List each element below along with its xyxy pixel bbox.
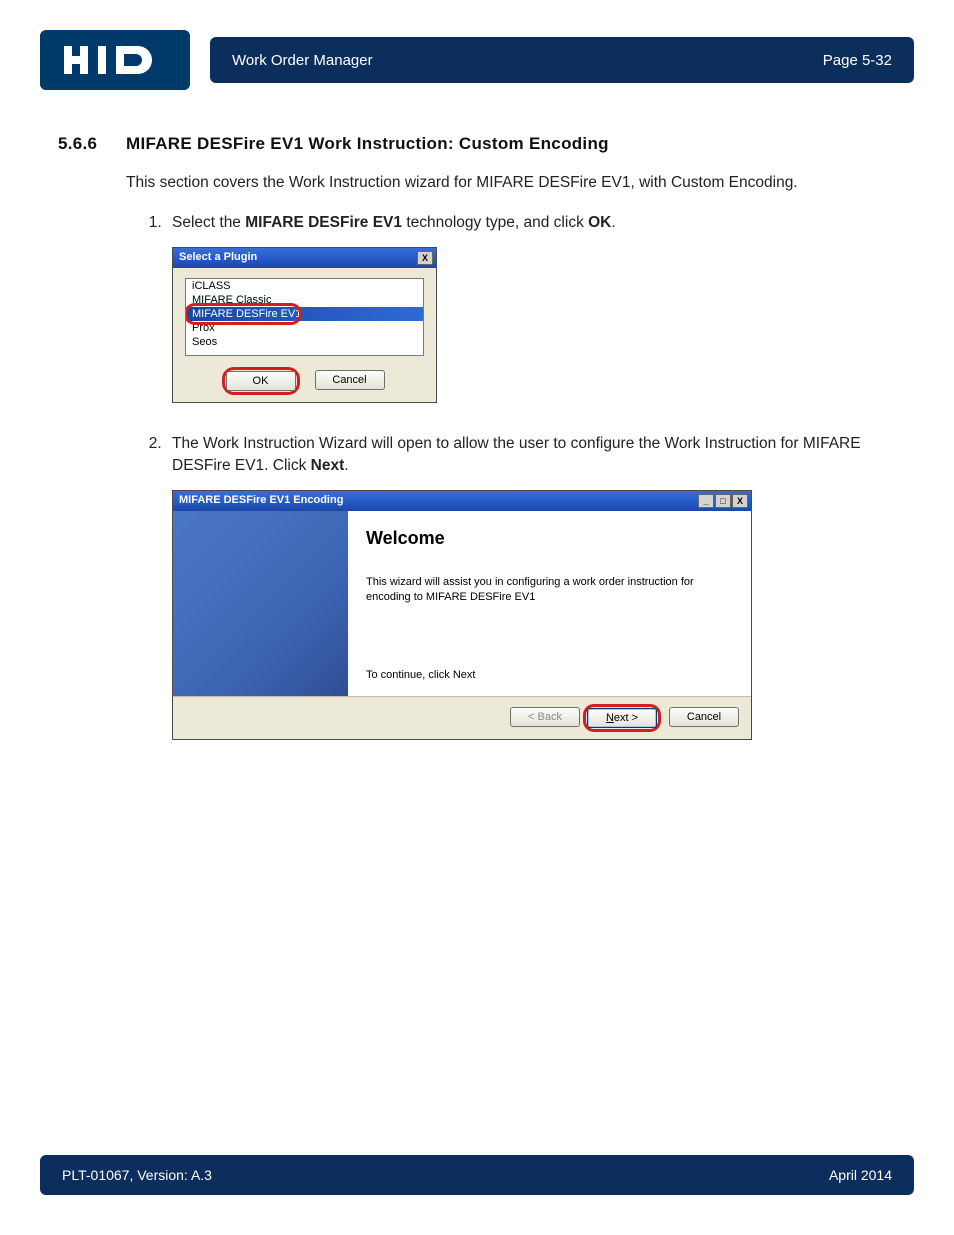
wizard-continue-text: To continue, click Next — [366, 668, 733, 684]
list-item[interactable]: MIFARE Classic — [186, 293, 423, 307]
wizard-title: MIFARE DESFire EV1 Encoding — [179, 493, 343, 509]
plugin-listbox[interactable]: iCLASS MIFARE Classic MIFARE DESFire EV1… — [185, 278, 424, 356]
section-title: MIFARE DESFire EV1 Work Instruction: Cus… — [126, 134, 609, 154]
cancel-button[interactable]: Cancel — [315, 370, 385, 390]
close-button[interactable]: X — [732, 494, 748, 508]
footer-date: April 2014 — [829, 1167, 892, 1183]
dialog-titlebar: Select a Plugin X — [173, 248, 436, 268]
ok-button[interactable]: OK — [226, 371, 296, 391]
next-button-rest: ext > — [614, 712, 638, 724]
header-title: Work Order Manager — [232, 52, 373, 69]
section-intro: This section covers the Work Instruction… — [126, 172, 914, 194]
wizard-dialog: MIFARE DESFire EV1 Encoding _ □ X Welcom… — [172, 490, 752, 740]
wizard-description: This wizard will assist you in configuri… — [366, 575, 733, 605]
list-item-selected[interactable]: MIFARE DESFire EV1 — [186, 307, 423, 321]
annotation-circle: OK — [222, 367, 300, 395]
wizard-titlebar: MIFARE DESFire EV1 Encoding _ □ X — [173, 491, 751, 511]
list-item[interactable]: Prox — [186, 321, 423, 335]
dialog-title: Select a Plugin — [179, 250, 257, 266]
page-number: Page 5-32 — [823, 52, 892, 69]
list-item[interactable]: Seos — [186, 335, 423, 349]
back-button: < Back — [510, 707, 580, 727]
section-number: 5.6.6 — [58, 134, 106, 154]
header-bar: Work Order Manager Page 5-32 — [210, 37, 914, 83]
annotation-circle: Next > — [583, 704, 661, 732]
hid-logo — [40, 30, 190, 90]
maximize-button[interactable]: □ — [715, 494, 731, 508]
list-item[interactable]: iCLASS — [186, 279, 423, 293]
step-2: The Work Instruction Wizard will open to… — [166, 433, 914, 740]
wizard-heading: Welcome — [366, 525, 733, 551]
close-button[interactable]: X — [417, 251, 433, 265]
minimize-button[interactable]: _ — [698, 494, 714, 508]
section-heading: 5.6.6 MIFARE DESFire EV1 Work Instructio… — [58, 134, 914, 154]
step-1: Select the MIFARE DESFire EV1 technology… — [166, 212, 914, 402]
page-footer: PLT-01067, Version: A.3 April 2014 — [40, 1155, 914, 1195]
wizard-side-panel — [173, 511, 348, 696]
footer-doc-id: PLT-01067, Version: A.3 — [62, 1167, 212, 1183]
select-plugin-dialog: Select a Plugin X iCLASS MIFARE Classic … — [172, 247, 437, 403]
next-button[interactable]: Next > — [587, 708, 657, 728]
page-header: Work Order Manager Page 5-32 — [40, 30, 914, 90]
cancel-button[interactable]: Cancel — [669, 707, 739, 727]
